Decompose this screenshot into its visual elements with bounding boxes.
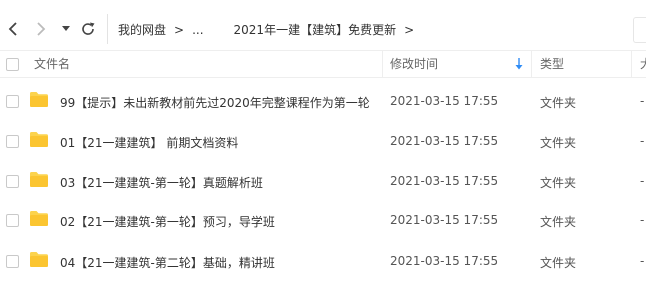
breadcrumb-item-ellipsis[interactable]: ... — [192, 23, 203, 37]
file-row[interactable]: 02【21一建建筑-第一轮】预习，导学班 2021-03-15 17:55 文件… — [0, 200, 646, 240]
column-divider[interactable] — [631, 51, 632, 78]
file-name[interactable]: 01【21一建建筑】 前期文档资料 — [60, 134, 238, 151]
folder-icon — [30, 211, 48, 226]
history-dropdown-icon[interactable] — [59, 15, 73, 43]
file-modified-time: 2021-03-15 17:55 — [390, 213, 499, 227]
breadcrumb-item-current[interactable]: 2021年一建【建筑】免费更新 — [234, 21, 397, 38]
toolbar-divider — [107, 14, 108, 44]
toolbar: 我的网盘 >... 2021年一建【建筑】免费更新 > — [0, 0, 646, 46]
folder-icon — [30, 172, 48, 187]
file-size: - — [640, 134, 645, 148]
file-list-header: 文件名 修改时间 类型 大 — [0, 50, 646, 78]
file-type: 文件夹 — [540, 256, 577, 270]
file-name[interactable]: 02【21一建建筑-第一轮】预习，导学班 — [60, 213, 275, 230]
forward-icon[interactable] — [32, 15, 50, 43]
row-checkbox[interactable] — [6, 175, 19, 188]
file-type: 文件夹 — [540, 215, 577, 229]
column-header-type[interactable]: 类型 — [540, 51, 564, 78]
file-name[interactable]: 04【21一建建筑-第二轮】基础，精讲班 — [60, 254, 275, 271]
refresh-icon[interactable] — [78, 15, 98, 43]
file-size: - — [640, 213, 645, 227]
column-divider[interactable] — [382, 51, 383, 78]
file-row[interactable]: 03【21一建建筑-第一轮】真题解析班 2021-03-15 17:55 文件夹… — [0, 161, 646, 201]
breadcrumb: 我的网盘 >... 2021年一建【建筑】免费更新 > — [118, 21, 422, 38]
file-size: - — [640, 94, 645, 108]
search-box[interactable] — [633, 17, 646, 43]
file-modified-time: 2021-03-15 17:55 — [390, 174, 499, 188]
column-header-name[interactable]: 文件名 — [34, 51, 70, 78]
column-divider[interactable] — [531, 51, 532, 78]
file-type: 文件夹 — [540, 136, 577, 150]
file-size: - — [640, 254, 645, 268]
folder-icon — [30, 132, 48, 147]
row-checkbox[interactable] — [6, 255, 19, 268]
row-checkbox[interactable] — [6, 214, 19, 227]
file-modified-time: 2021-03-15 17:55 — [390, 254, 499, 268]
row-checkbox[interactable] — [6, 135, 19, 148]
file-type: 文件夹 — [540, 176, 577, 190]
folder-icon — [30, 92, 48, 107]
breadcrumb-separator: > — [174, 23, 185, 37]
file-row[interactable]: 04【21一建建筑-第二轮】基础，精讲班 2021-03-15 17:55 文件… — [0, 241, 646, 281]
file-type: 文件夹 — [540, 96, 577, 110]
select-all-checkbox[interactable] — [6, 58, 19, 71]
breadcrumb-separator: > — [404, 23, 415, 37]
file-size: - — [640, 174, 645, 188]
column-header-modified[interactable]: 修改时间 — [390, 51, 438, 78]
file-modified-time: 2021-03-15 17:55 — [390, 134, 499, 148]
file-row[interactable]: 01【21一建建筑】 前期文档资料 2021-03-15 17:55 文件夹 - — [0, 121, 646, 161]
folder-icon — [30, 252, 48, 267]
file-modified-time: 2021-03-15 17:55 — [390, 94, 499, 108]
file-name[interactable]: 03【21一建建筑-第一轮】真题解析班 — [60, 174, 263, 191]
breadcrumb-item-root[interactable]: 我的网盘 — [118, 21, 166, 38]
back-icon[interactable] — [4, 15, 22, 43]
file-name[interactable]: 99【提示】未出新教材前先过2020年完整课程作为第一轮 — [60, 94, 370, 111]
sort-descending-icon[interactable] — [515, 58, 523, 73]
column-header-size[interactable]: 大 — [640, 51, 646, 78]
row-checkbox[interactable] — [6, 95, 19, 108]
file-row[interactable]: 99【提示】未出新教材前先过2020年完整课程作为第一轮 2021-03-15 … — [0, 81, 646, 121]
